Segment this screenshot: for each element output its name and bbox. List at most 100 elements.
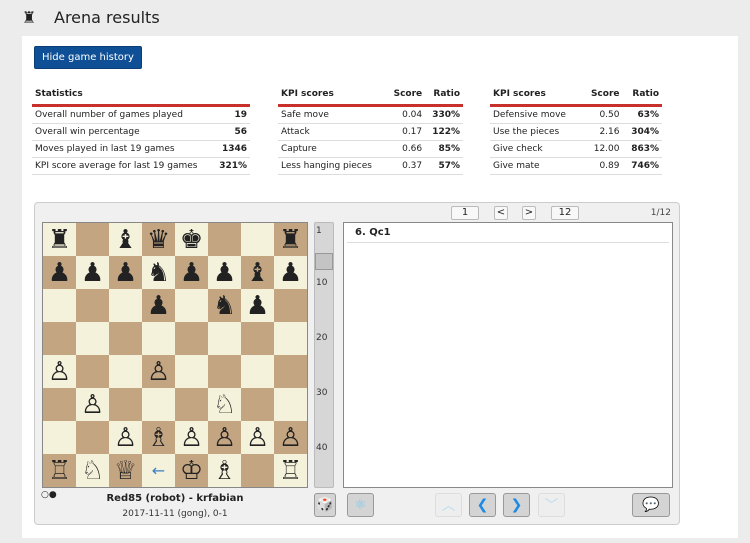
board-square[interactable]: ♟: [175, 256, 208, 289]
board-square[interactable]: ♙: [208, 421, 241, 454]
board-square[interactable]: [109, 355, 142, 388]
white-pawn-icon[interactable]: ♙: [279, 425, 302, 451]
white-knight-icon[interactable]: ♘: [213, 392, 236, 418]
board-square[interactable]: [274, 355, 307, 388]
board-square[interactable]: [142, 388, 175, 421]
board-square[interactable]: [76, 421, 109, 454]
board-square[interactable]: ♖: [274, 454, 307, 487]
board-square[interactable]: [109, 322, 142, 355]
board-square[interactable]: [76, 322, 109, 355]
board-square[interactable]: [76, 355, 109, 388]
board-square[interactable]: [109, 388, 142, 421]
board-square[interactable]: [241, 388, 274, 421]
black-knight-icon[interactable]: ♞: [147, 260, 170, 286]
black-pawn-icon[interactable]: ♟: [246, 293, 269, 319]
board-square[interactable]: ♝: [241, 256, 274, 289]
board-square[interactable]: [109, 289, 142, 322]
board-square[interactable]: [175, 289, 208, 322]
board-square[interactable]: [43, 289, 76, 322]
board-square[interactable]: [241, 322, 274, 355]
board-square[interactable]: [43, 388, 76, 421]
black-bishop-icon[interactable]: ♝: [114, 227, 137, 253]
board-square[interactable]: ♟: [109, 256, 142, 289]
board-square[interactable]: [175, 355, 208, 388]
black-pawn-icon[interactable]: ♟: [81, 260, 104, 286]
board-square[interactable]: [43, 322, 76, 355]
white-pawn-icon[interactable]: ♙: [114, 425, 137, 451]
board-square[interactable]: ♕: [109, 454, 142, 487]
board-square[interactable]: [241, 454, 274, 487]
board-square[interactable]: ♙: [43, 355, 76, 388]
black-king-icon[interactable]: ♚: [180, 227, 203, 253]
chevron-left-icon[interactable]: ❮: [469, 493, 496, 517]
move-slider[interactable]: 1 10 20 30 40: [314, 222, 334, 488]
comment-icon[interactable]: 💬: [632, 493, 670, 517]
board-square[interactable]: ♙: [76, 388, 109, 421]
board-square[interactable]: ♗: [142, 421, 175, 454]
down-arrow-icon[interactable]: ﹀: [538, 493, 565, 517]
board-square[interactable]: ♙: [274, 421, 307, 454]
board-square[interactable]: ♚: [175, 223, 208, 256]
board-square[interactable]: [43, 421, 76, 454]
next-move-button[interactable]: >: [522, 206, 536, 220]
board-square[interactable]: ♘: [76, 454, 109, 487]
board-square[interactable]: [241, 355, 274, 388]
white-pawn-icon[interactable]: ♙: [246, 425, 269, 451]
board-square[interactable]: ♙: [241, 421, 274, 454]
hide-game-history-button[interactable]: Hide game history: [34, 46, 142, 69]
chevron-right-icon[interactable]: ❯: [503, 493, 530, 517]
board-square[interactable]: ♞: [208, 289, 241, 322]
board-square[interactable]: ♞: [142, 256, 175, 289]
board-square[interactable]: ♙: [142, 355, 175, 388]
last-move-button[interactable]: 12: [551, 206, 579, 220]
black-pawn-icon[interactable]: ♟: [48, 260, 71, 286]
board-square[interactable]: ♔: [175, 454, 208, 487]
board-square[interactable]: ♖: [43, 454, 76, 487]
first-move-button[interactable]: 1: [451, 206, 479, 220]
board-square[interactable]: ♜: [274, 223, 307, 256]
black-pawn-icon[interactable]: ♟: [147, 293, 170, 319]
board-square[interactable]: ♝: [109, 223, 142, 256]
board-color-cube-icon[interactable]: 🎲: [314, 493, 336, 517]
white-bishop-icon[interactable]: ♗: [213, 458, 236, 484]
board-square[interactable]: ♟: [43, 256, 76, 289]
board-square[interactable]: ♟: [76, 256, 109, 289]
white-rook-icon[interactable]: ♖: [279, 458, 302, 484]
slider-thumb[interactable]: [315, 253, 333, 270]
board-square[interactable]: [76, 289, 109, 322]
board-square[interactable]: ♙: [109, 421, 142, 454]
board-square[interactable]: [208, 355, 241, 388]
board-square[interactable]: ♗: [208, 454, 241, 487]
black-bishop-icon[interactable]: ♝: [246, 260, 269, 286]
board-square[interactable]: ♘: [208, 388, 241, 421]
board-square[interactable]: ♟: [274, 256, 307, 289]
white-queen-icon[interactable]: ♕: [114, 458, 137, 484]
up-arrow-icon[interactable]: ︿: [435, 493, 462, 517]
chess-board[interactable]: ♜ ♝ ♛ ♚ ♜ ♟ ♟ ♟ ♞ ♟ ♟ ♝ ♟ ♟ ♞ ♟ ♙ ♙ ♙ ♘ ♙ ♗ ♙ ♙ ♙ ♙ ♖ ♘ ♕ ← ♔ ♗ ♖: [42, 222, 308, 488]
white-pawn-icon[interactable]: ♙: [213, 425, 236, 451]
board-square[interactable]: [208, 223, 241, 256]
board-square[interactable]: [274, 322, 307, 355]
board-square[interactable]: [76, 223, 109, 256]
black-pawn-icon[interactable]: ♟: [180, 260, 203, 286]
board-square[interactable]: [175, 388, 208, 421]
black-pawn-icon[interactable]: ♟: [114, 260, 137, 286]
board-square[interactable]: [208, 322, 241, 355]
white-king-icon[interactable]: ♔: [180, 458, 203, 484]
board-square[interactable]: ♛: [142, 223, 175, 256]
black-pawn-icon[interactable]: ♟: [213, 260, 236, 286]
board-square[interactable]: [241, 223, 274, 256]
board-square[interactable]: [274, 388, 307, 421]
white-pawn-icon[interactable]: ♙: [147, 359, 170, 385]
white-pawn-icon[interactable]: ♙: [180, 425, 203, 451]
black-queen-icon[interactable]: ♛: [147, 227, 170, 253]
board-square[interactable]: ♟: [142, 289, 175, 322]
black-pawn-icon[interactable]: ♟: [279, 260, 302, 286]
board-square[interactable]: [274, 289, 307, 322]
black-rook-icon[interactable]: ♜: [48, 227, 71, 253]
board-square[interactable]: [175, 322, 208, 355]
white-knight-icon[interactable]: ♘: [81, 458, 104, 484]
prev-move-button[interactable]: <: [494, 206, 508, 220]
board-square[interactable]: ♟: [208, 256, 241, 289]
atom-icon[interactable]: ⚛: [347, 493, 374, 517]
